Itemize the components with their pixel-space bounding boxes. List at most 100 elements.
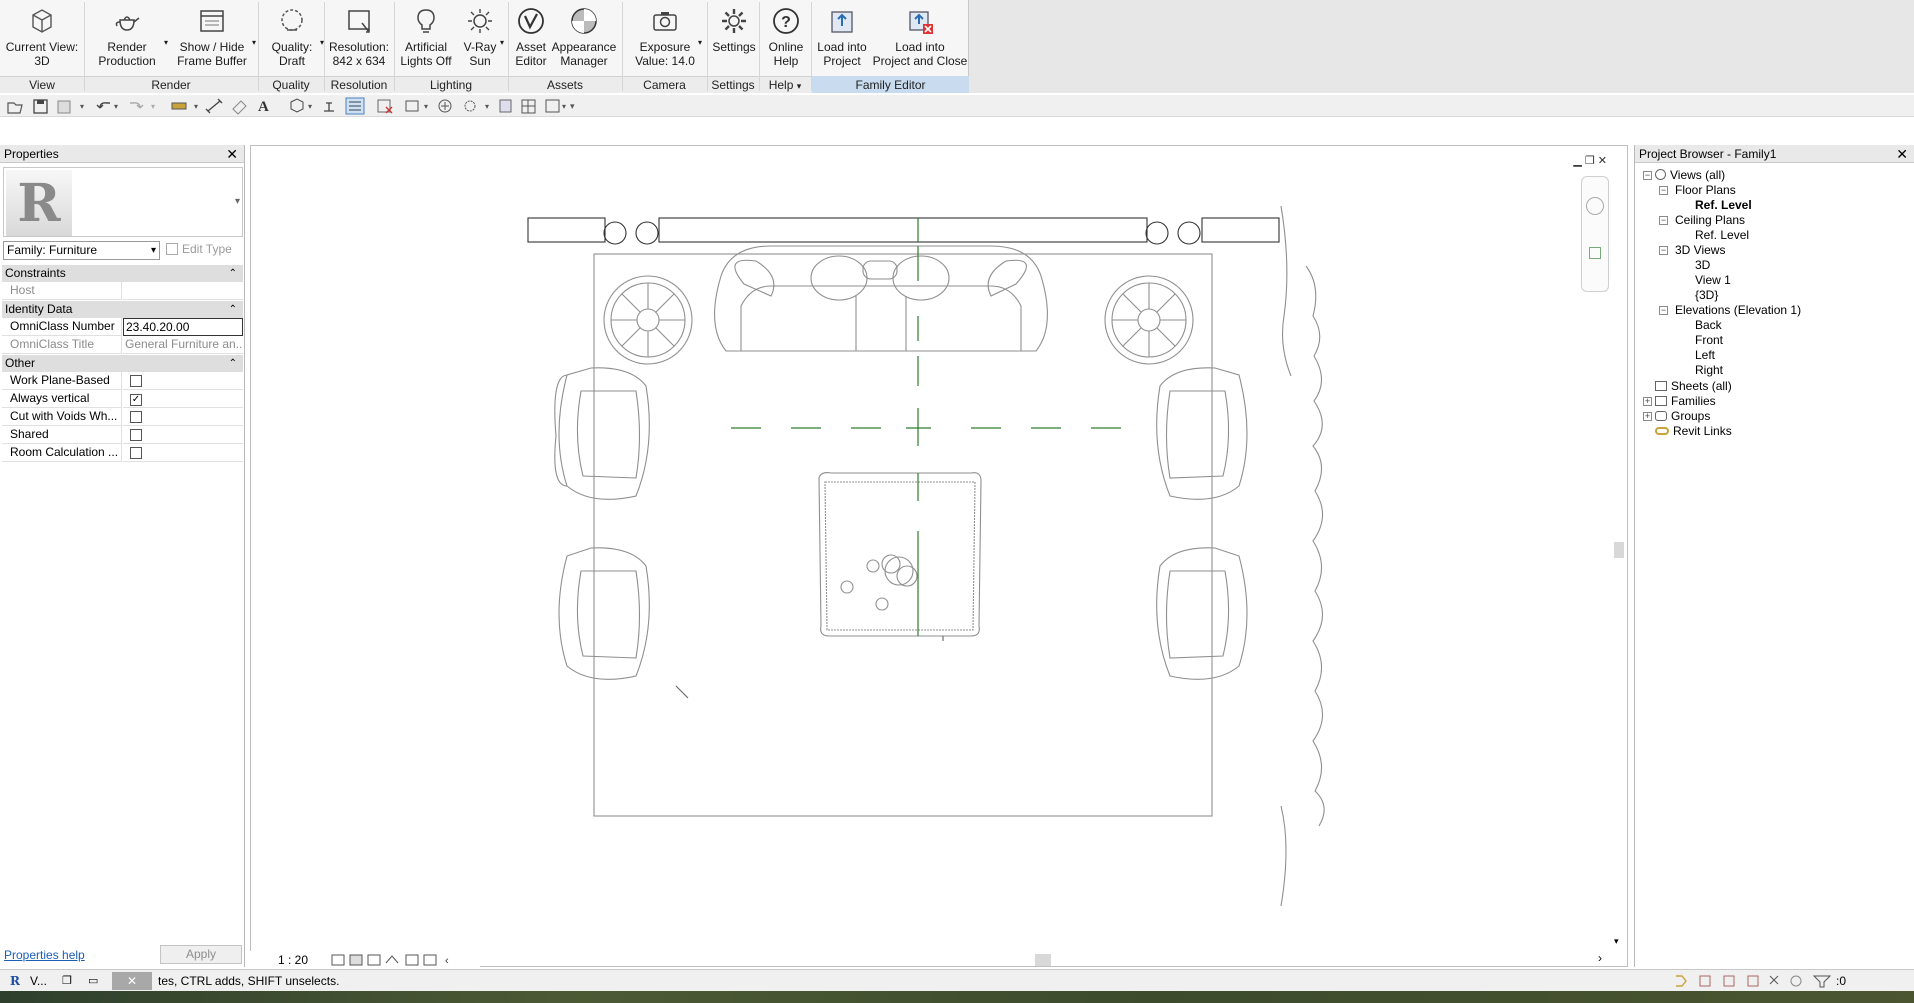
vertical-scrollbar[interactable]: ▾ xyxy=(1612,147,1626,947)
armchair-right-top[interactable] xyxy=(1156,367,1248,500)
drag-elements-icon[interactable] xyxy=(1769,975,1779,985)
close-icon[interactable]: ✕ xyxy=(1598,155,1607,167)
background-process-icon[interactable] xyxy=(1790,975,1802,987)
current-view-button[interactable]: Current View: 3D xyxy=(2,0,82,76)
undo-icon[interactable]: ▾ xyxy=(96,102,118,111)
revit-app-icon[interactable]: R xyxy=(10,970,20,992)
horizontal-scrollbar[interactable]: › xyxy=(480,951,1614,969)
sync-icon[interactable]: ▾ xyxy=(57,100,84,114)
omniclass-number-field[interactable]: 23.40.20.00 xyxy=(123,318,243,336)
reference-planes[interactable] xyxy=(731,218,1121,636)
redo-icon[interactable]: ▾ xyxy=(130,102,155,111)
steering-wheel-icon[interactable] xyxy=(1586,197,1604,215)
tree-collapse-icon[interactable]: − xyxy=(1659,216,1668,225)
round-side-table-right[interactable] xyxy=(1104,275,1194,365)
appearance-manager-button[interactable]: Appearance Manager xyxy=(552,0,616,76)
select-underlay-icon[interactable] xyxy=(1699,975,1711,987)
thin-lines-icon[interactable] xyxy=(345,97,365,115)
minimize-icon[interactable]: ▁ xyxy=(1573,155,1581,167)
tree-node-3d-default[interactable]: {3D} xyxy=(1695,287,1718,303)
scroll-down-icon[interactable]: ▾ xyxy=(1614,936,1619,947)
artificial-lights-button[interactable]: Artificial Lights Off xyxy=(398,0,454,76)
detail-level-icon[interactable] xyxy=(331,954,345,966)
text-icon[interactable]: A xyxy=(258,99,269,115)
default-3d-icon[interactable] xyxy=(499,99,512,113)
app-task-label[interactable]: V... xyxy=(30,970,47,992)
restore-icon[interactable]: ❐ xyxy=(1585,155,1595,167)
customize-qat-icon[interactable]: ▾ xyxy=(570,101,575,111)
always-vertical-checkbox[interactable]: ✓ xyxy=(130,394,142,406)
tree-node-3d-views[interactable]: 3D Views xyxy=(1675,242,1725,258)
horizontal-scroll-thumb[interactable] xyxy=(1035,954,1051,966)
measure-icon[interactable]: ▾ xyxy=(171,102,198,111)
select-pinned-icon[interactable] xyxy=(1723,975,1735,987)
property-row-cut-voids[interactable]: Cut with Voids Wh... xyxy=(2,408,243,426)
type-selector[interactable]: R ▾ xyxy=(3,167,243,237)
resolution-button[interactable]: Resolution: 842 x 634 xyxy=(326,0,392,76)
armchair-left-top[interactable] xyxy=(554,367,650,500)
family-dropdown[interactable]: Family: Furniture ▾ xyxy=(3,241,160,260)
tree-node-view-1[interactable]: View 1 xyxy=(1695,272,1731,288)
knob-left-2[interactable] xyxy=(635,221,659,245)
tree-expand-icon[interactable]: + xyxy=(1643,397,1652,406)
view-window-controls[interactable]: ▁ ❐ ✕ xyxy=(1573,154,1607,167)
show-crop-icon[interactable] xyxy=(423,954,437,966)
tree-node-revit-links[interactable]: Revit Links xyxy=(1655,423,1732,439)
tree-node-ref-level-floor[interactable]: Ref. Level xyxy=(1695,197,1752,213)
asset-editor-button[interactable]: Asset Editor xyxy=(512,0,550,76)
visual-style-icon[interactable] xyxy=(349,954,363,966)
select-by-face-icon[interactable] xyxy=(1747,975,1759,987)
console-table[interactable] xyxy=(658,217,1148,243)
close-hidden-icon[interactable] xyxy=(377,99,393,114)
crop-view-icon[interactable] xyxy=(405,954,419,966)
tile-windows-icon[interactable] xyxy=(521,99,536,114)
online-help-button[interactable]: ? Online Help xyxy=(762,0,810,76)
quality-button[interactable]: Quality: Draft ▾ xyxy=(262,0,324,76)
tree-node-back[interactable]: Back xyxy=(1695,317,1722,333)
group-label-help[interactable]: Help ▾ xyxy=(759,77,811,93)
knob-right-2[interactable] xyxy=(1177,221,1201,245)
tag-icon[interactable] xyxy=(232,100,247,115)
snap-icon[interactable] xyxy=(438,99,452,113)
switch-windows-icon[interactable]: ▾ xyxy=(405,100,428,112)
scroll-left-icon[interactable]: ‹ xyxy=(445,955,449,967)
room-calculation-checkbox[interactable] xyxy=(130,447,142,459)
side-table-left[interactable] xyxy=(527,217,606,243)
tree-node-ceiling-plans[interactable]: Ceiling Plans xyxy=(1675,212,1745,228)
edit-type-button[interactable]: Edit Type xyxy=(166,242,232,256)
window-list-icon[interactable]: ▾ xyxy=(545,99,566,113)
tree-node-left[interactable]: Left xyxy=(1695,347,1715,363)
floor-plan-drawing[interactable] xyxy=(251,146,1627,951)
load-into-project-button[interactable]: Load into Project xyxy=(814,0,870,76)
tree-node-3d[interactable]: 3D xyxy=(1695,257,1710,273)
property-row-host[interactable]: Host xyxy=(2,282,243,300)
exposure-value-button[interactable]: Exposure Value: 14.0 ▾ xyxy=(630,0,702,76)
close-icon[interactable]: ✕ xyxy=(226,145,238,163)
property-row-omniclass-number[interactable]: OmniClass Number 23.40.20.00 xyxy=(2,318,243,336)
knob-left[interactable] xyxy=(603,221,627,245)
work-plane-checkbox[interactable] xyxy=(130,375,142,387)
tree-collapse-icon[interactable]: − xyxy=(1643,171,1652,180)
zoom-icon[interactable] xyxy=(1589,247,1601,259)
filter-icon[interactable] xyxy=(1812,975,1832,988)
tree-node-elevations[interactable]: Elevations (Elevation 1) xyxy=(1675,302,1801,318)
vertical-scroll-thumb[interactable] xyxy=(1614,542,1624,558)
shared-checkbox[interactable] xyxy=(130,429,142,441)
3d-view-icon[interactable]: ▾ xyxy=(290,98,312,113)
render-production-button[interactable]: Render Production ▾ xyxy=(88,0,168,76)
rug-outline[interactable] xyxy=(593,253,1213,817)
coffee-table[interactable] xyxy=(818,472,982,637)
tree-node-ref-level-ceiling[interactable]: Ref. Level xyxy=(1695,227,1749,243)
tree-node-front[interactable]: Front xyxy=(1695,332,1723,348)
tree-node-right[interactable]: Right xyxy=(1695,362,1723,378)
section-identity-data[interactable]: Identity Data ⌃ xyxy=(2,301,243,318)
sofa[interactable] xyxy=(714,245,1048,352)
section-other[interactable]: Other ⌃ xyxy=(2,355,243,372)
properties-help-link[interactable]: Properties help xyxy=(4,948,85,962)
property-row-always-vertical[interactable]: Always vertical ✓ xyxy=(2,390,243,408)
tree-node-views-all[interactable]: Views (all) xyxy=(1655,167,1725,183)
scroll-right-icon[interactable]: › xyxy=(1598,951,1602,965)
aligned-dimension-icon[interactable] xyxy=(205,98,223,114)
restore-icon[interactable]: ❐ xyxy=(62,970,72,992)
tree-collapse-icon[interactable]: − xyxy=(1659,186,1668,195)
